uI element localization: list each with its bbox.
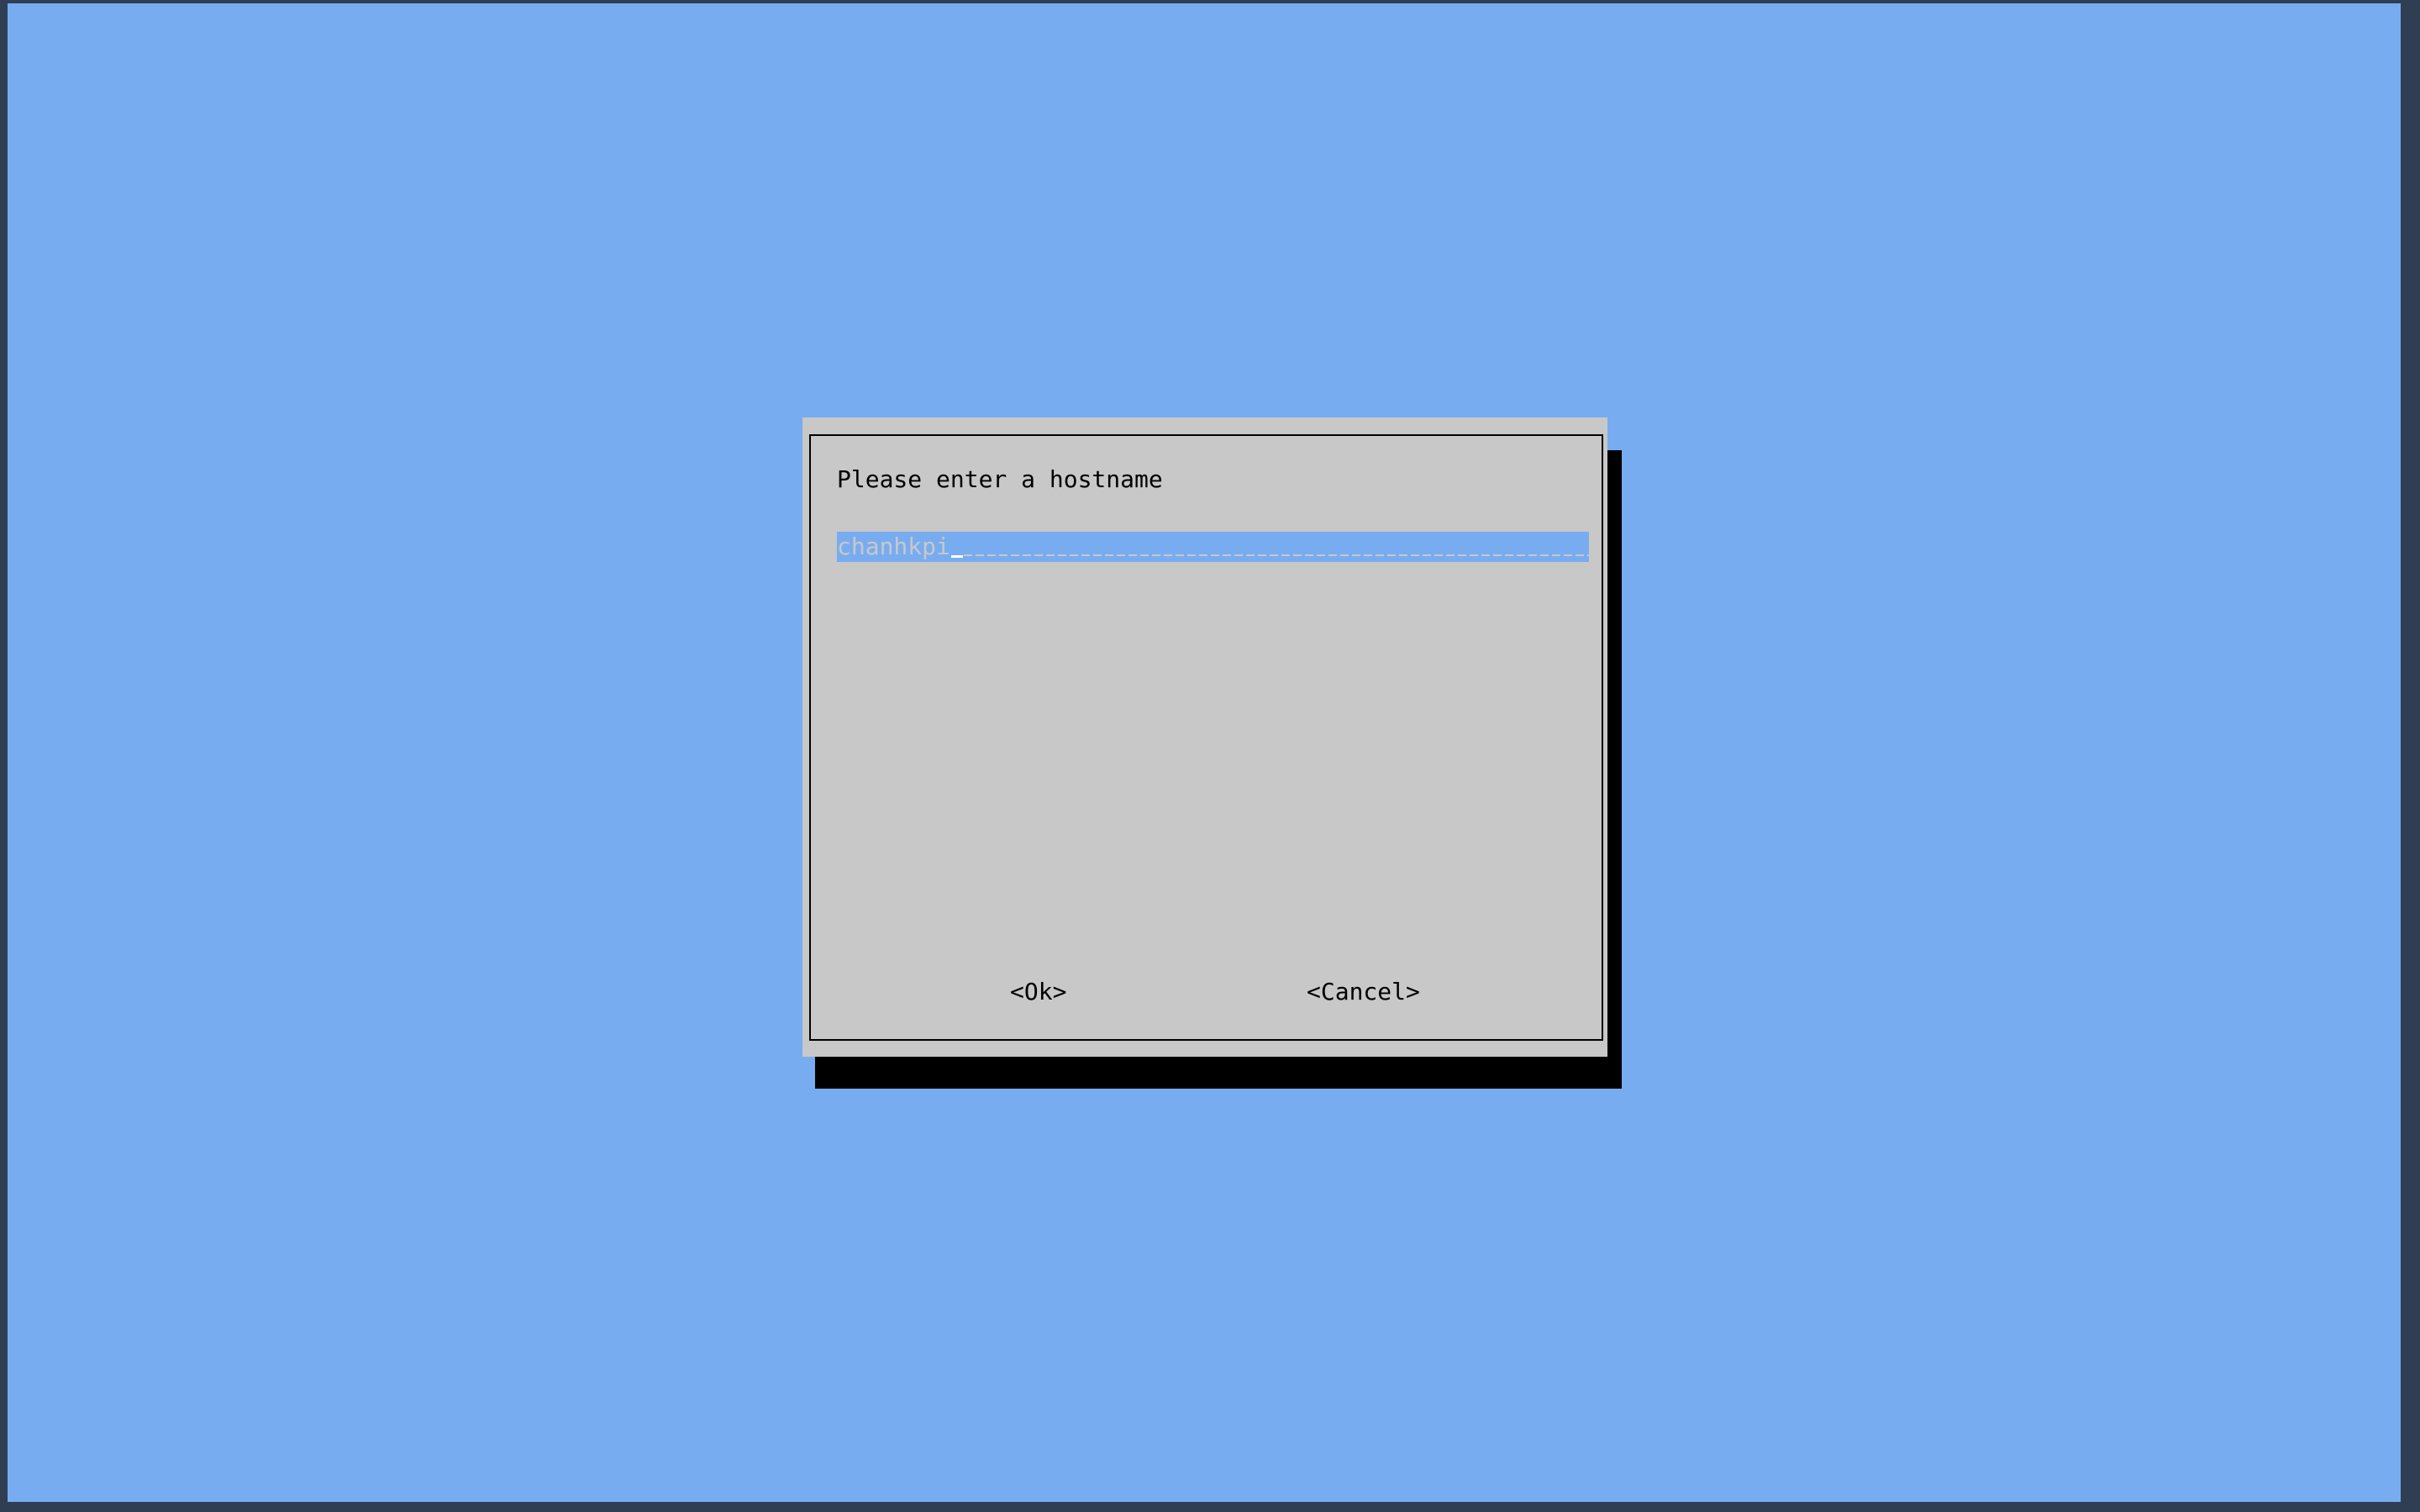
dialog-prompt: Please enter a hostname (837, 465, 1163, 493)
input-fill-underscores (963, 532, 1589, 562)
hostname-input[interactable]: chanhkpi (837, 532, 1589, 562)
text-cursor (950, 554, 963, 558)
cancel-button[interactable]: <Cancel> (1307, 977, 1420, 1007)
hostname-dialog: Please enter a hostname chanhkpi <Ok> <C… (802, 417, 1607, 1057)
hostname-input-value: chanhkpi (837, 533, 950, 560)
ok-button[interactable]: <Ok> (1010, 977, 1066, 1007)
dialog-frame: Please enter a hostname chanhkpi <Ok> <C… (809, 434, 1603, 1041)
